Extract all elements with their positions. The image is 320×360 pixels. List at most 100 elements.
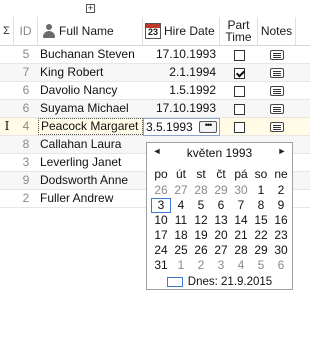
calendar-day[interactable]: 1 <box>251 183 271 198</box>
hire-date-editor-value[interactable]: 3.5.1993 <box>146 119 193 135</box>
calendar-day[interactable]: 22 <box>251 228 271 243</box>
row-indicator[interactable] <box>0 82 14 100</box>
calendar-day[interactable]: 1 <box>171 258 191 273</box>
calendar-day[interactable]: 13 <box>211 213 231 228</box>
cell-full-name[interactable]: Callahan Laura <box>38 136 143 154</box>
table-row[interactable]: 7 King Robert 2.1.1994 <box>0 64 310 82</box>
calendar-day[interactable]: 29 <box>251 243 271 258</box>
column-header-full-name[interactable]: Full Name <box>38 17 143 45</box>
calendar-day[interactable]: 5 <box>251 258 271 273</box>
cell-full-name[interactable]: Peacock Margaret <box>38 118 143 135</box>
notes-icon[interactable] <box>270 104 284 114</box>
table-row[interactable]: I 4 Peacock Margaret 3.5.1993 ••• <box>0 118 310 136</box>
cell-hire-date[interactable]: 17.10.1993 <box>143 46 220 64</box>
calendar-day[interactable]: 2 <box>191 258 211 273</box>
calendar-day[interactable]: 3 <box>211 258 231 273</box>
calendar-day[interactable]: 2 <box>271 183 291 198</box>
calendar-day[interactable]: 3 <box>151 198 171 213</box>
calendar-day[interactable]: 30 <box>231 183 251 198</box>
cell-hire-date[interactable]: 1.5.1992 <box>143 82 220 100</box>
notes-icon[interactable] <box>270 86 284 96</box>
cell-full-name[interactable]: Leverling Janet <box>38 154 143 172</box>
part-time-checkbox[interactable] <box>233 85 245 97</box>
next-month-icon[interactable]: ► <box>276 146 288 156</box>
cell-id[interactable]: 9 <box>14 172 38 190</box>
cell-id[interactable]: 6 <box>14 82 38 100</box>
calendar-day[interactable]: 4 <box>231 258 251 273</box>
calendar-day[interactable]: 29 <box>211 183 231 198</box>
calendar-day[interactable]: 12 <box>191 213 211 228</box>
table-row[interactable]: 5 Buchanan Steven 17.10.1993 <box>0 46 310 64</box>
cell-id[interactable]: 6 <box>14 100 38 118</box>
cell-full-name[interactable]: Davolio Nancy <box>38 82 143 100</box>
cell-id[interactable]: 8 <box>14 136 38 154</box>
cell-id[interactable]: 4 <box>14 118 38 136</box>
open-calendar-button[interactable]: ••• <box>199 121 217 133</box>
calendar-day[interactable]: 6 <box>271 258 291 273</box>
row-indicator[interactable] <box>0 136 14 154</box>
notes-icon[interactable] <box>270 68 284 78</box>
cell-hire-date[interactable]: 2.1.1994 <box>143 64 220 82</box>
calendar-day[interactable]: 27 <box>211 243 231 258</box>
calendar-day[interactable]: 31 <box>151 258 171 273</box>
calendar-day[interactable]: 21 <box>231 228 251 243</box>
row-indicator[interactable] <box>0 100 14 118</box>
row-indicator[interactable] <box>0 190 14 208</box>
today-button[interactable]: Dnes: 21.9.2015 <box>147 274 292 290</box>
expand-plus-icon[interactable]: + <box>86 4 95 13</box>
calendar-day[interactable]: 14 <box>231 213 251 228</box>
part-time-checkbox[interactable] <box>233 121 245 133</box>
notes-icon[interactable] <box>270 50 284 60</box>
column-header-notes[interactable]: Notes <box>258 17 296 45</box>
calendar-day[interactable]: 10 <box>151 213 171 228</box>
calendar-day[interactable]: 28 <box>231 243 251 258</box>
row-indicator[interactable] <box>0 154 14 172</box>
calendar-day[interactable]: 26 <box>191 243 211 258</box>
month-title[interactable]: květen 1993 <box>165 146 274 160</box>
calendar-day[interactable]: 8 <box>251 198 271 213</box>
calendar-day[interactable]: 27 <box>171 183 191 198</box>
calendar-day[interactable]: 19 <box>191 228 211 243</box>
calendar-day[interactable]: 24 <box>151 243 171 258</box>
column-header-part-time[interactable]: Part Time <box>220 17 258 45</box>
table-row[interactable]: 6 Suyama Michael 17.10.1993 <box>0 100 310 118</box>
cell-id[interactable]: 3 <box>14 154 38 172</box>
calendar-day[interactable]: 16 <box>271 213 291 228</box>
calendar-day[interactable]: 4 <box>171 198 191 213</box>
calendar-day[interactable]: 28 <box>191 183 211 198</box>
cell-full-name[interactable]: Dodsworth Anne <box>38 172 143 190</box>
calendar-day[interactable]: 15 <box>251 213 271 228</box>
calendar-day[interactable]: 23 <box>271 228 291 243</box>
cell-full-name[interactable]: Suyama Michael <box>38 100 143 118</box>
part-time-checkbox[interactable] <box>233 103 245 115</box>
prev-month-icon[interactable]: ◄ <box>151 146 163 156</box>
part-time-checkbox[interactable] <box>233 67 245 79</box>
column-header-id[interactable]: ID <box>14 17 38 45</box>
cell-full-name[interactable]: King Robert <box>38 64 143 82</box>
cell-full-name[interactable]: Buchanan Steven <box>38 46 143 64</box>
row-indicator[interactable] <box>0 46 14 64</box>
cell-hire-date[interactable]: 17.10.1993 <box>143 100 220 118</box>
part-time-checkbox[interactable] <box>233 49 245 61</box>
calendar-day[interactable]: 6 <box>211 198 231 213</box>
calendar-day[interactable]: 7 <box>231 198 251 213</box>
calendar-day[interactable]: 5 <box>191 198 211 213</box>
calendar-day[interactable]: 20 <box>211 228 231 243</box>
row-indicator[interactable] <box>0 172 14 190</box>
calendar-day[interactable]: 30 <box>271 243 291 258</box>
calendar-day[interactable]: 17 <box>151 228 171 243</box>
cell-id[interactable]: 2 <box>14 190 38 208</box>
row-edit-indicator-icon[interactable]: I <box>0 118 14 136</box>
calendar-day[interactable]: 25 <box>171 243 191 258</box>
cell-id[interactable]: 7 <box>14 64 38 82</box>
hire-date-editor[interactable]: 3.5.1993 ••• <box>143 118 220 136</box>
row-indicator[interactable] <box>0 64 14 82</box>
sigma-icon[interactable]: Σ <box>0 17 14 45</box>
calendar-day[interactable]: 26 <box>151 183 171 198</box>
table-row[interactable]: 6 Davolio Nancy 1.5.1992 <box>0 82 310 100</box>
calendar-day[interactable]: 9 <box>271 198 291 213</box>
calendar-day[interactable]: 18 <box>171 228 191 243</box>
notes-icon[interactable] <box>270 122 284 132</box>
column-header-hire-date[interactable]: 23 Hire Date <box>143 17 220 45</box>
cell-full-name[interactable]: Fuller Andrew <box>38 190 143 208</box>
